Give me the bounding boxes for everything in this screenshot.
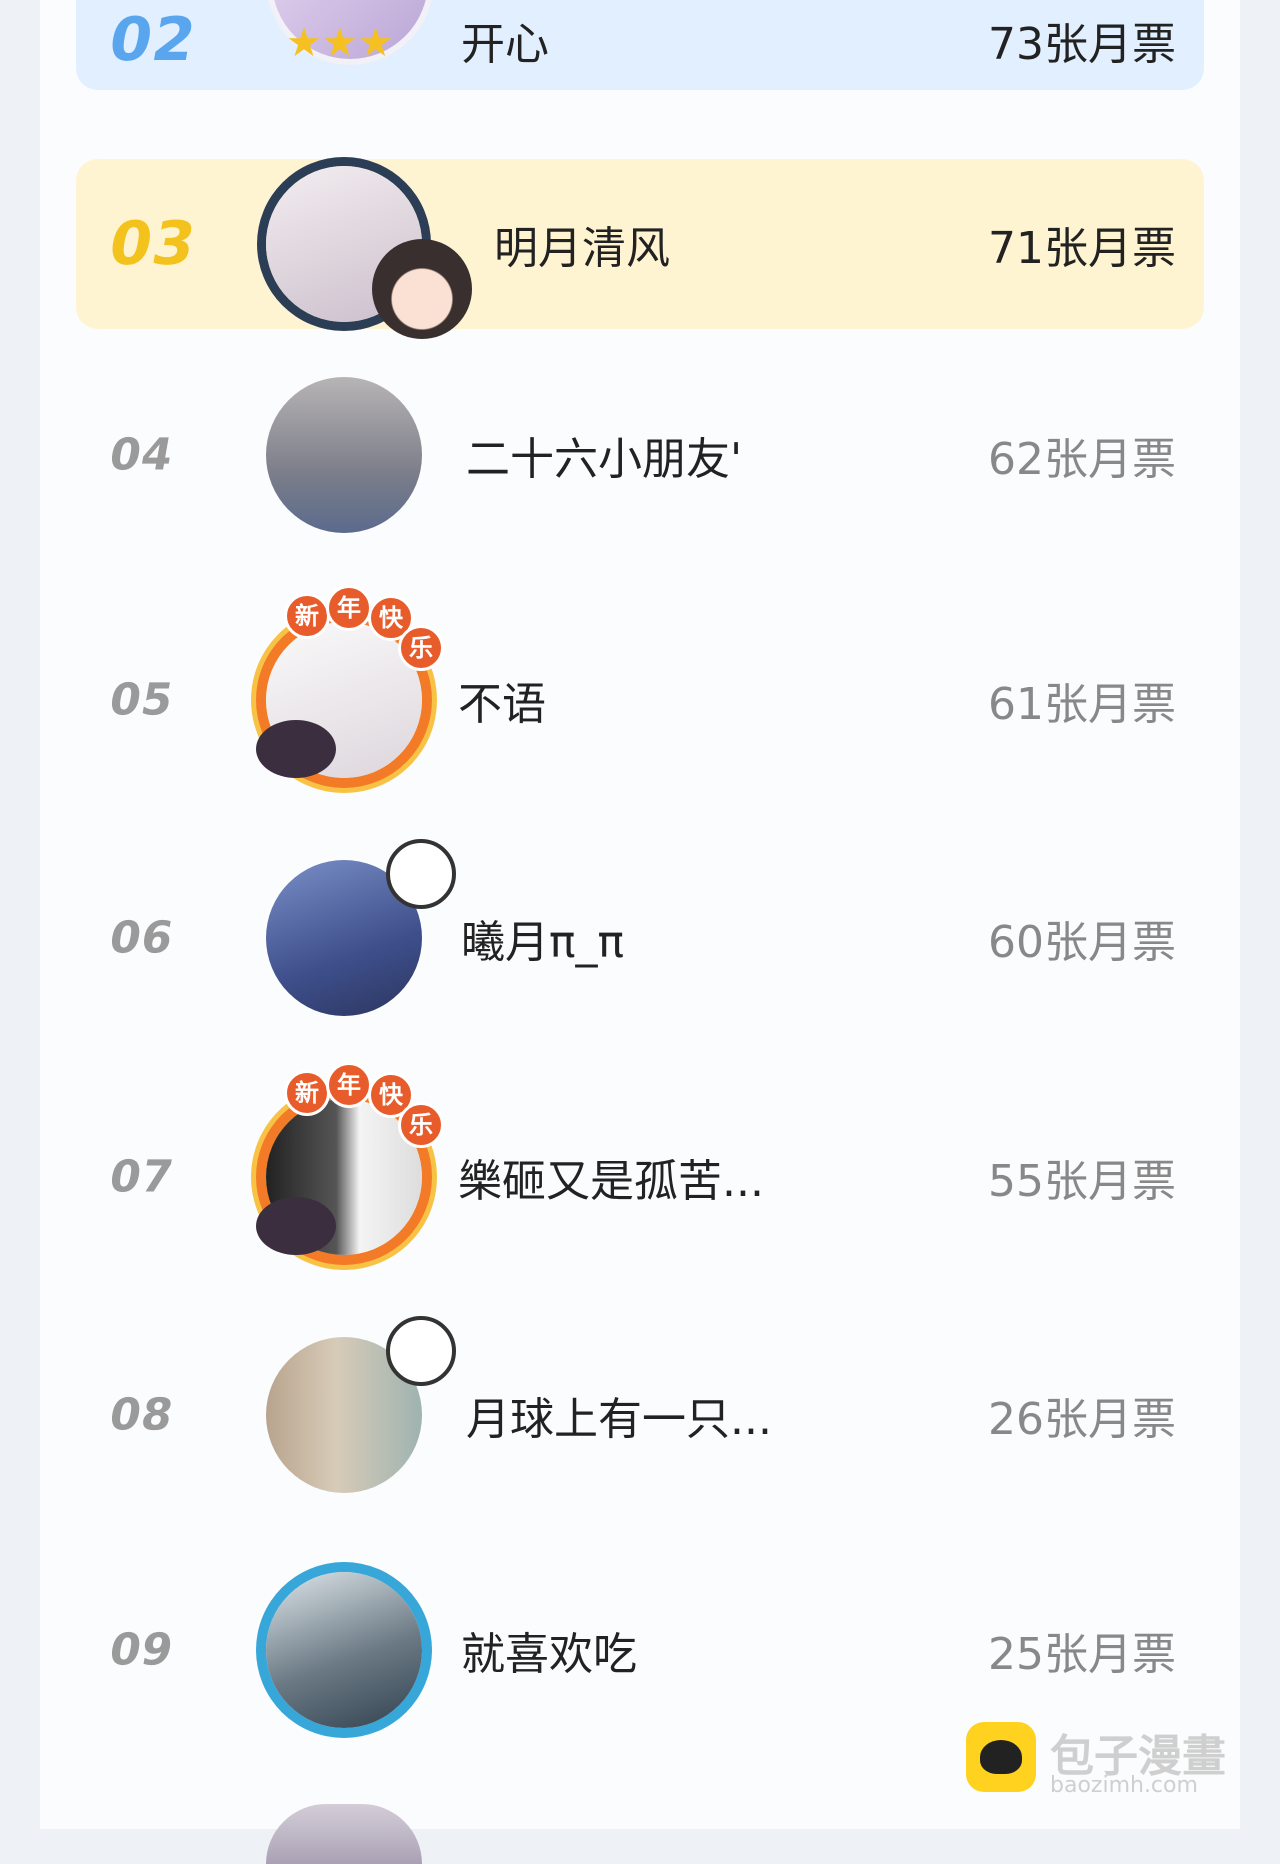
ranking-row-03[interactable]: 03 明月清风 71张月票 — [76, 159, 1204, 339]
ranking-row-09[interactable]: 09 就喜欢吃 25张月票 — [76, 1565, 1204, 1735]
vote-count: 62张月票 — [988, 434, 1176, 485]
penguin-sticker-icon — [256, 1197, 336, 1255]
vote-count: 55张月票 — [988, 1156, 1176, 1207]
user-name[interactable]: 不语 — [458, 668, 546, 732]
avatar[interactable] — [266, 377, 422, 533]
rank-number: 02 — [103, 5, 202, 75]
graduation-cap-icon — [386, 839, 456, 909]
ranking-row-06[interactable]: 06 曦月π_π 60张月票 — [76, 839, 1204, 1023]
ranking-card: 02 ★★★ 开心 73张月票 03 明月清风 71张月票 04 二十六小朋友'… — [40, 0, 1240, 1864]
graduation-cap-icon — [386, 1316, 456, 1386]
user-name[interactable]: 明月清风 — [494, 212, 670, 276]
user-name[interactable]: 二十六小朋友' — [466, 423, 742, 487]
rank-number: 04 — [105, 429, 178, 481]
vote-count: 25张月票 — [988, 1629, 1176, 1680]
user-name[interactable]: 曦月π_π — [461, 906, 624, 970]
star-frame-icon: ★★★ — [286, 20, 394, 66]
vote-count: 61张月票 — [988, 679, 1176, 730]
user-name[interactable]: 就喜欢吃 — [461, 1618, 637, 1682]
user-name[interactable]: 樂砸又是孤苦... — [458, 1145, 764, 1209]
rank-number: 07 — [105, 1151, 178, 1203]
ranking-row-05[interactable]: 05 新 年 快 乐 不语 61张月票 — [76, 585, 1204, 785]
ranking-row-07[interactable]: 07 新 年 快 乐 樂砸又是孤苦... 55张月票 — [76, 1062, 1204, 1262]
vote-count: 73张月票 — [988, 19, 1176, 70]
rank-number: 09 — [105, 1624, 178, 1676]
ranking-row-04[interactable]: 04 二十六小朋友' 62张月票 — [76, 370, 1204, 540]
vote-count: 26张月票 — [988, 1394, 1176, 1445]
baozi-logo-icon — [966, 1722, 1036, 1792]
rank-number: 06 — [105, 912, 178, 964]
penguin-sticker-icon — [256, 720, 336, 778]
vote-count: 71张月票 — [988, 223, 1176, 274]
rank-number: 05 — [105, 674, 178, 726]
vote-count: 60张月票 — [988, 917, 1176, 968]
ranking-row-02[interactable]: 02 ★★★ 开心 73张月票 — [76, 0, 1204, 90]
rank-number: 08 — [105, 1389, 178, 1441]
user-name[interactable]: 开心 — [461, 8, 549, 72]
user-name[interactable]: 月球上有一只... — [466, 1383, 772, 1447]
avatar[interactable] — [266, 1572, 422, 1728]
chibi-sticker-icon — [372, 239, 472, 339]
avatar[interactable] — [266, 1804, 422, 1864]
watermark-url: baozimh.com — [1050, 1773, 1198, 1798]
rank-number: 03 — [103, 209, 202, 279]
ranking-row-08[interactable]: 08 月球上有一只... 26张月票 — [76, 1316, 1204, 1500]
